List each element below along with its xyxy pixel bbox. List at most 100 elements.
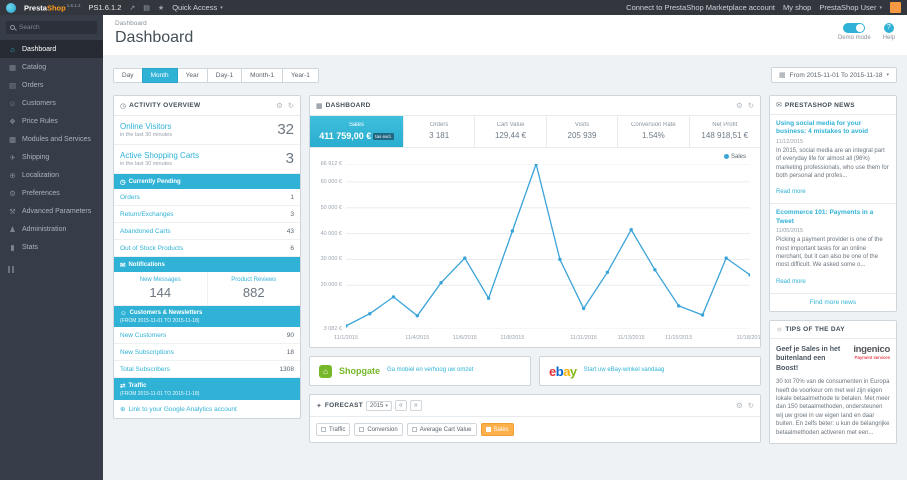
sidebar-item-catalog[interactable]: ▦ Catalog xyxy=(0,58,103,76)
price-rules-icon: ❖ xyxy=(9,116,16,126)
sidebar-item-orders[interactable]: ▤ Orders xyxy=(0,76,103,94)
sidebar-item-price-rules[interactable]: ❖ Price Rules xyxy=(0,112,103,130)
page-header-right: Demo mode ? Help xyxy=(838,20,895,41)
activity-row-link[interactable]: New Subscriptions xyxy=(120,349,174,356)
quick-access-menu[interactable]: Quick Access ▾ xyxy=(172,3,223,12)
y-tick-label: 60 000 € xyxy=(320,178,342,185)
refresh-icon[interactable]: ↻ xyxy=(748,401,754,410)
my-shop-link[interactable]: My shop xyxy=(783,3,811,12)
kpi-conversion-rate[interactable]: Conversion Rate 1.54% xyxy=(618,116,690,147)
favorites-icon[interactable]: ★ xyxy=(158,4,164,12)
sidebar-item-preferences[interactable]: ⚙ Preferences xyxy=(0,184,103,202)
online-visitors-value: 32 xyxy=(277,121,294,138)
help-icon[interactable]: ? xyxy=(883,23,894,33)
brand[interactable]: PrestaShop1.6.1.2 xyxy=(24,3,80,13)
sidebar-item-label: Orders xyxy=(22,81,44,89)
forecast-metric-sales[interactable]: Sales xyxy=(480,423,514,436)
kpi-orders[interactable]: Orders 3 181 xyxy=(404,116,476,147)
online-visitors-link[interactable]: Online Visitors xyxy=(120,122,172,131)
find-more-news-link[interactable]: Find more news xyxy=(770,294,896,311)
activity-row-link[interactable]: Return/Exchanges xyxy=(120,211,173,218)
activity-row: Return/Exchanges 3 xyxy=(114,206,300,223)
prestashop-logo-icon[interactable] xyxy=(6,2,16,13)
modules-and-services-icon: ▩ xyxy=(8,134,17,144)
active-carts-link[interactable]: Active Shopping Carts xyxy=(120,151,199,160)
refresh-icon[interactable]: ↻ xyxy=(288,101,294,110)
tips-panel: ☼ Tips of the day Geef je Sales in het b… xyxy=(769,319,897,444)
help-label[interactable]: Help xyxy=(883,35,895,41)
gear-icon[interactable]: ⚙ xyxy=(736,401,743,410)
kpi-visits[interactable]: Visits 205 939 xyxy=(547,116,619,147)
forecast-prev-button[interactable]: « xyxy=(394,400,407,411)
gear-icon[interactable]: ⚙ xyxy=(276,101,283,110)
envelope-icon: ✉ xyxy=(120,261,126,269)
notification-cell-new-messages[interactable]: New Messages 144 xyxy=(114,272,208,305)
tab-year-1[interactable]: Year-1 xyxy=(281,67,319,83)
sidebar-item-stats[interactable]: ▮ Stats xyxy=(0,238,103,256)
notification-cell-product-reviews[interactable]: Product Reviews 882 xyxy=(208,272,301,305)
refresh-icon[interactable]: ↻ xyxy=(748,101,754,110)
tab-day[interactable]: Day xyxy=(113,67,143,83)
sidebar-item-label: Administration xyxy=(22,225,67,233)
demo-mode-toggle[interactable] xyxy=(843,23,866,33)
x-tick-label: 11/15/2015 xyxy=(665,335,693,341)
forecast-metric-average-cart-value[interactable]: Average Cart Value xyxy=(406,423,477,436)
gear-icon[interactable]: ⚙ xyxy=(736,101,743,110)
google-analytics-link[interactable]: ⊕ Link to your Google Analytics account xyxy=(114,400,300,418)
user-avatar[interactable] xyxy=(890,2,901,13)
sidebar-item-administration[interactable]: ♟ Administration xyxy=(0,220,103,238)
sidebar-item-shipping[interactable]: ✈ Shipping xyxy=(0,148,103,166)
toggle-knob-icon xyxy=(856,24,865,32)
forecast-metric-label: Average Cart Value xyxy=(419,426,472,433)
tab-month-1[interactable]: Month-1 xyxy=(241,67,283,83)
panel-actions: ⚙ ↻ xyxy=(276,101,294,110)
sidebar-item-localization[interactable]: ⊕ Localization xyxy=(0,166,103,184)
ebay-ad-link[interactable]: Start uw eBay-winkel vandaag xyxy=(584,367,665,375)
activity-row-link[interactable]: New Customers xyxy=(120,332,166,339)
forecast-metric-traffic[interactable]: Traffic xyxy=(316,423,351,436)
period-tabs: Day Month Year Day-1 Month-1 Year-1 xyxy=(113,67,319,83)
x-tick-label: 11/13/2015 xyxy=(617,335,645,341)
shopgate-logo-icon: ⌂ xyxy=(319,364,332,378)
activity-row-link[interactable]: Orders xyxy=(120,194,140,201)
sidebar-item-dashboard[interactable]: ⌂ Dashboard xyxy=(0,40,103,58)
middle-column: ▦ Dashboard ⚙ ↻ Sales 411 759,00 € tax excl… xyxy=(309,95,761,451)
forecast-metric-conversion[interactable]: Conversion xyxy=(354,423,403,436)
activity-row-link[interactable]: Abandoned Carts xyxy=(120,228,171,235)
kpi-cart-value[interactable]: Cart Value 129,44 € xyxy=(475,116,547,147)
read-more-link[interactable]: Read more xyxy=(776,279,806,285)
orders-shortcut-icon[interactable]: ▤ xyxy=(143,4,150,12)
read-more-link[interactable]: Read more xyxy=(776,189,806,195)
forecast-next-button[interactable]: » xyxy=(409,400,422,411)
activity-row-link[interactable]: Out of Stock Products xyxy=(120,245,183,252)
shop-name[interactable]: PS1.6.1.2 xyxy=(88,3,121,12)
pending-title: Currently Pending xyxy=(128,178,181,185)
view-shop-icon[interactable]: ↗ xyxy=(129,4,135,12)
news-article-title[interactable]: Using social media for your business: 4 … xyxy=(776,120,890,137)
kpi-net-profit[interactable]: Net Profit 148 918,51 € xyxy=(690,116,760,147)
dashboard-panel: ▦ Dashboard ⚙ ↻ Sales 411 759,00 € tax excl… xyxy=(309,95,761,348)
activity-row-link[interactable]: Total Subscribers xyxy=(120,366,170,373)
tab-month[interactable]: Month xyxy=(141,67,178,83)
activity-overview-panel: ◷ Activity overview ⚙ ↻ Online Visitors i… xyxy=(113,95,301,419)
sidebar-item-customers[interactable]: ☺ Customers xyxy=(0,94,103,112)
date-range-button[interactable]: ▦ From 2015-11-01 To 2015-11-18 ▾ xyxy=(770,67,897,83)
marketplace-connect-link[interactable]: Connect to PrestaShop Marketplace accoun… xyxy=(626,3,775,12)
user-menu[interactable]: PrestaShop User ▾ xyxy=(819,3,882,12)
active-carts-sub: in the last 30 minutes xyxy=(120,161,172,167)
kpi-value: 205 939 xyxy=(567,131,597,140)
activity-row-value: 1308 xyxy=(279,365,294,373)
sidebar-item-modules-and-services[interactable]: ▩ Modules and Services xyxy=(0,130,103,148)
sidebar-item-advanced-parameters[interactable]: ⚒ Advanced Parameters xyxy=(0,202,103,220)
chart-legend[interactable]: Sales xyxy=(723,154,746,160)
shopgate-ad-link[interactable]: Ga mobiel en verhoog uw omzet xyxy=(387,367,473,375)
sidebar-collapse-button[interactable] xyxy=(8,266,95,273)
kpi-label: Cart Value xyxy=(496,122,525,128)
kpi-sales[interactable]: Sales 411 759,00 € tax excl. xyxy=(310,116,404,147)
news-article-title[interactable]: Ecommerce 101: Payments in a Tweet xyxy=(776,209,890,226)
tab-year[interactable]: Year xyxy=(176,67,208,83)
tab-day-1[interactable]: Day-1 xyxy=(206,67,243,83)
forecast-year-select[interactable]: 2015 ▾ xyxy=(366,400,392,411)
search-input[interactable] xyxy=(19,24,93,31)
activity-row: New Customers 90 xyxy=(114,327,300,344)
